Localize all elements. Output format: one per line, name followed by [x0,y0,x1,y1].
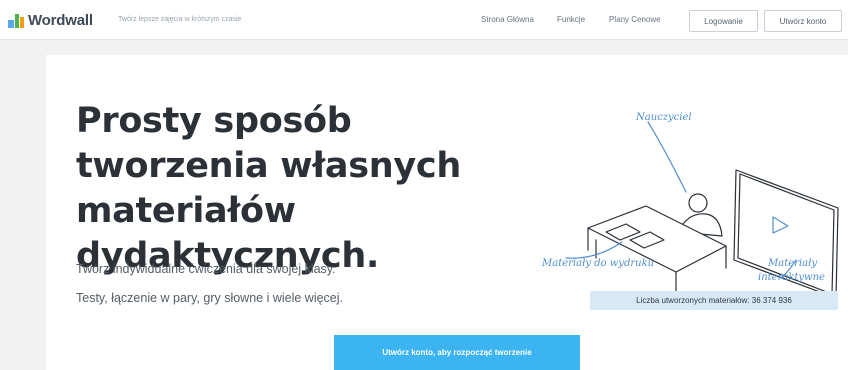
materials-counter-value: 36 374 936 [751,296,792,305]
tagline: Twórz lepsze zajęcia w krótszym czasie [118,16,242,23]
materials-counter-label: Liczba utworzonych materiałów: [636,296,750,305]
top-navigation-bar: Wordwall Twórz lepsze zajęcia w krótszym… [0,0,848,40]
hero-subtitle-2: Testy, łączenie w pary, gry słowne i wie… [76,291,343,305]
hero-title: Prosty sposób tworzenia własnych materia… [76,101,461,276]
login-button[interactable]: Logowanie [689,10,758,32]
wordwall-logo-icon [8,13,24,28]
classroom-illustration: Nauczyciel Materiały do wydruku Materiał… [541,112,839,299]
hero-card: Prosty sposób tworzenia własnych materia… [46,55,848,370]
create-account-cta-button[interactable]: Utwórz konto, aby rozpocząć tworzenie [334,335,580,370]
materials-counter-badge: Liczba utworzonych materiałów: 36 374 93… [590,291,838,310]
nav-pricing-link[interactable]: Plany Cenowe [609,15,661,24]
hero-subtitle-1: Twórz indywidualne ćwiczenia dla swojej … [76,262,336,276]
logo-text: Wordwall [28,12,93,29]
signup-button[interactable]: Utwórz konto [764,10,842,32]
nav-home-link[interactable]: Strona Główna [481,15,534,24]
printable-materials-label: Materiały do wydruku [541,258,654,269]
wordwall-logo[interactable]: Wordwall [8,12,93,29]
teacher-label: Nauczyciel [635,112,692,123]
interactive-materials-label-line1: Materiały [767,258,817,269]
nav-features-link[interactable]: Funkcje [557,15,585,24]
interactive-materials-label-line2: interaktywne [758,272,825,283]
